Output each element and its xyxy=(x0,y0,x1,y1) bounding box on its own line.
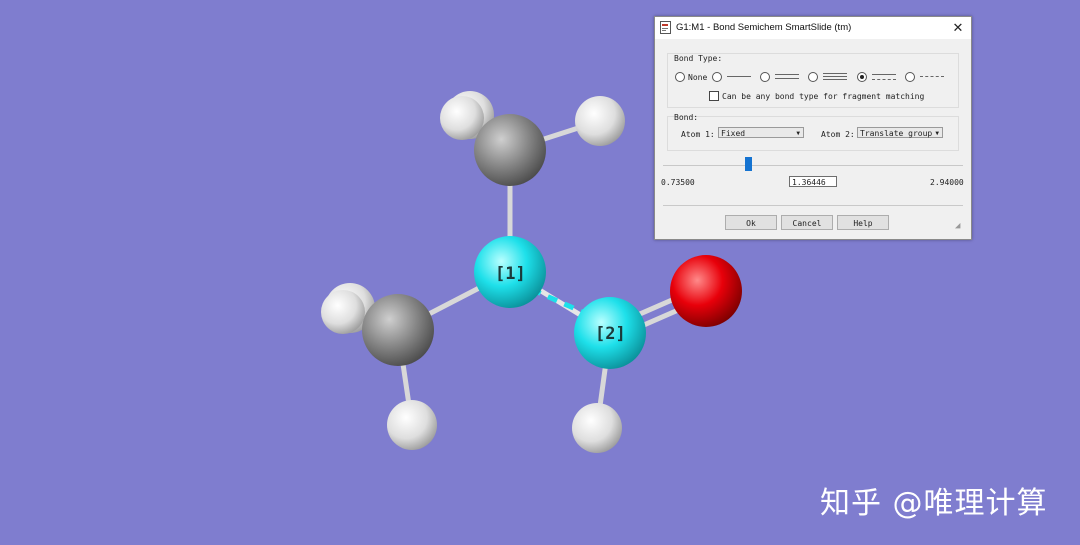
radio-bond-triple[interactable] xyxy=(808,72,818,82)
ok-button[interactable]: Ok xyxy=(725,215,777,230)
bond-group-label: Bond: xyxy=(674,113,699,122)
radio-bond-aromatic[interactable] xyxy=(857,72,867,82)
double-bond-icon xyxy=(775,74,799,79)
slider-min-value: 0.73500 xyxy=(661,178,695,187)
gaussview-app-icon xyxy=(660,21,671,34)
hydrogen-atom xyxy=(572,403,622,453)
any-bond-type-checkbox[interactable] xyxy=(709,91,719,101)
atom2-label: Atom 2: xyxy=(821,130,855,139)
bond-length-input[interactable]: 1.36446 xyxy=(789,176,837,187)
hydrogen-atom xyxy=(575,96,625,146)
bond-type-group-label: Bond Type: xyxy=(674,54,723,63)
bond-length-slider-track[interactable] xyxy=(663,165,963,166)
dialog-title: G1:M1 - Bond Semichem SmartSlide (tm) xyxy=(676,22,852,33)
radio-bond-none[interactable] xyxy=(675,72,685,82)
bond-length-slider-thumb[interactable] xyxy=(745,157,753,171)
atom1-select-value: Fixed xyxy=(721,129,746,138)
triple-bond-icon xyxy=(823,73,847,80)
bond-smartslide-dialog: G1:M1 - Bond Semichem SmartSlide (tm) ✕ … xyxy=(654,16,972,240)
watermark: 知乎 @唯理计算 xyxy=(820,486,1048,521)
radio-bond-double[interactable] xyxy=(760,72,770,82)
cancel-button[interactable]: Cancel xyxy=(781,215,833,230)
radio-bond-single[interactable] xyxy=(712,72,722,82)
slider-max-value: 2.94000 xyxy=(930,178,964,187)
close-button[interactable]: ✕ xyxy=(949,19,967,37)
close-icon: ✕ xyxy=(952,20,964,35)
carbon-atom xyxy=(362,294,434,366)
carbon-atom xyxy=(474,114,546,186)
atom-2-label: [2] xyxy=(595,324,626,344)
radio-bond-dashed[interactable] xyxy=(905,72,915,82)
radio-bond-none-label: None xyxy=(688,73,708,82)
aromatic-bond-icon xyxy=(872,74,896,80)
oxygen-atom xyxy=(670,255,742,327)
help-button[interactable]: Help xyxy=(837,215,889,230)
any-bond-type-label: Can be any bond type for fragment matchi… xyxy=(722,92,925,101)
atom2-select[interactable]: Translate group ▼ xyxy=(857,127,943,138)
dialog-titlebar[interactable]: G1:M1 - Bond Semichem SmartSlide (tm) ✕ xyxy=(655,17,971,39)
resize-grip-icon[interactable]: ◢ xyxy=(955,221,960,231)
single-bond-icon xyxy=(727,76,751,77)
hydrogen-atom xyxy=(387,400,437,450)
button-separator xyxy=(663,205,963,206)
hydrogen-atom xyxy=(321,290,365,334)
atom-1-label: [1] xyxy=(495,264,526,284)
dashed-bond-icon xyxy=(920,76,944,77)
chevron-down-icon: ▼ xyxy=(796,130,800,137)
atom1-label: Atom 1: xyxy=(681,130,715,139)
chevron-down-icon: ▼ xyxy=(935,130,939,137)
atom1-select[interactable]: Fixed ▼ xyxy=(718,127,804,138)
atom2-select-value: Translate group xyxy=(860,129,933,138)
hydrogen-atom xyxy=(440,96,484,140)
